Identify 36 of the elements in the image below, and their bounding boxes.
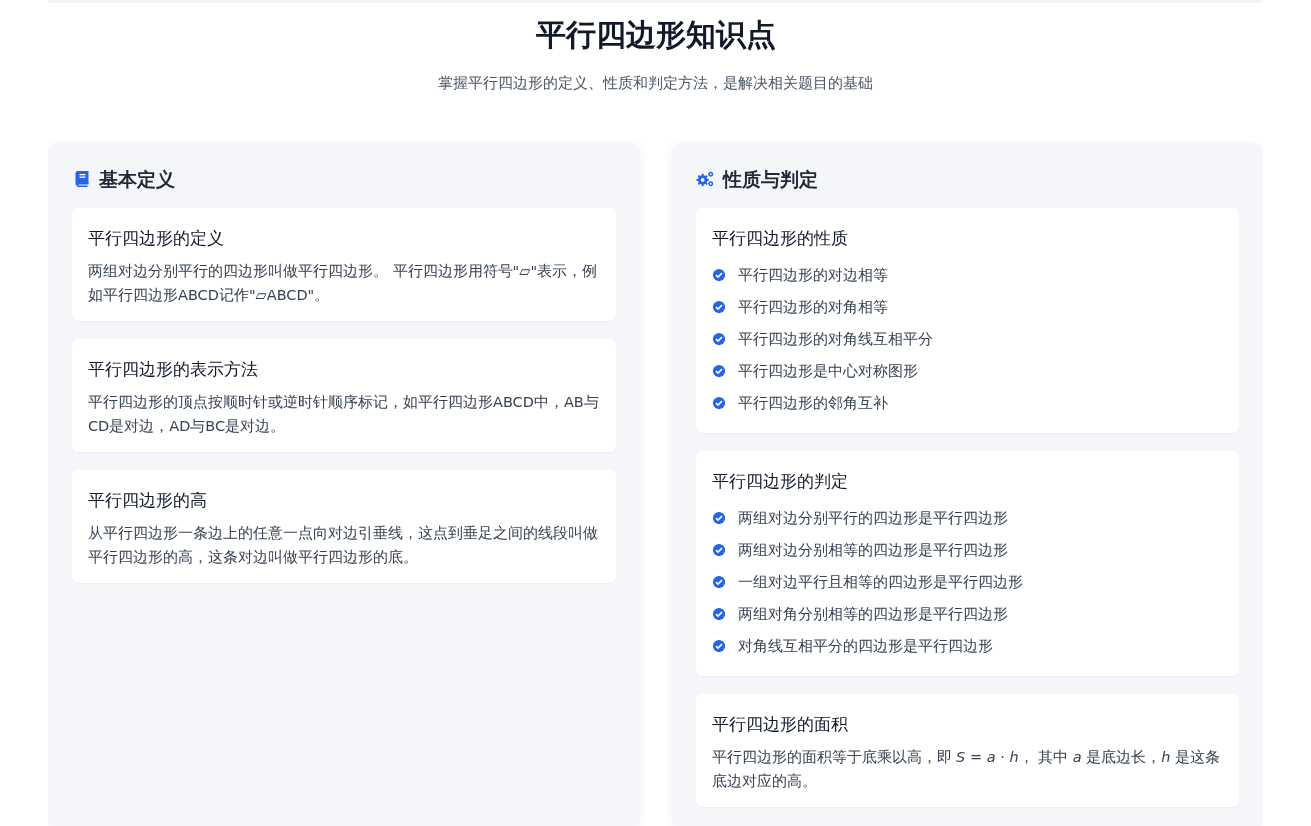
card-title: 平行四边形的高 bbox=[88, 489, 208, 512]
check-circle-icon bbox=[711, 639, 726, 653]
check-circle-icon bbox=[711, 364, 726, 378]
card-text: 平行四边形的顶点按顺时针或逆时针顺序标记，如平行四边形ABCD中，AB与CD是对边，AD与BC是对边。 bbox=[88, 393, 600, 436]
list-item-text: 平行四边形的对边相等 bbox=[737, 265, 888, 285]
card-title: 平行四边形的判定 bbox=[711, 470, 849, 493]
check-circle-icon bbox=[711, 300, 726, 314]
card-text: 从平行四边形一条边上的任意一点向对边引垂线，这点到垂足之间的线段叫做平行四边形的高，这条对边叫做平行四边形的底。 bbox=[88, 524, 599, 567]
check-circle-icon bbox=[711, 575, 726, 589]
check-circle-icon bbox=[711, 396, 726, 410]
check-circle-icon bbox=[711, 607, 726, 621]
list-item-text: 对角线互相平分的四边形是平行四边形 bbox=[737, 636, 993, 656]
card-title: 平行四边形的定义 bbox=[88, 227, 225, 250]
book-icon bbox=[72, 170, 91, 188]
list-item-text: 平行四边形的邻角互补 bbox=[737, 393, 888, 413]
card-title: 平行四边形的表示方法 bbox=[88, 358, 259, 381]
panel-title: 基本定义 bbox=[99, 167, 175, 191]
list-item-text: 平行四边形是中心对称图形 bbox=[737, 361, 918, 381]
card-text: 两组对边分别平行的四边形叫做平行四边形。 平行四边形用符号"▱"表示，例如平行四边形ABCD记作"▱ABCD"。 bbox=[88, 262, 599, 305]
list-item-text: 一组对边平行且相等的四边形是平行四边形 bbox=[737, 572, 1023, 592]
list-item-text: 两组对边分别相等的四边形是平行四边形 bbox=[737, 540, 1008, 560]
check-circle-icon bbox=[711, 332, 726, 346]
check-circle-icon bbox=[711, 543, 726, 557]
check-circle-icon bbox=[711, 511, 726, 525]
list-item-text: 平行四边形的对角线互相平分 bbox=[737, 329, 933, 349]
card-text: 平行四边形的面积等于底乘以高，即 S = a · h， 其中 a 是底边长，h 是这条底边对应的高。 bbox=[711, 748, 1222, 791]
card-title: 平行四边形的性质 bbox=[711, 227, 849, 250]
card-title: 平行四边形的面积 bbox=[711, 713, 849, 736]
check-circle-icon bbox=[711, 268, 726, 282]
panel-title: 性质与判定 bbox=[722, 167, 818, 191]
list-item-text: 平行四边形的对角相等 bbox=[737, 297, 888, 317]
list-item-text: 两组对边分别平行的四边形是平行四边形 bbox=[737, 508, 1008, 528]
list-item-text: 两组对角分别相等的四边形是平行四边形 bbox=[737, 604, 1008, 624]
gears-icon bbox=[695, 170, 715, 188]
page-subtitle: 掌握平行四边形的定义、性质和判定方法，是解决相关题目的基础 bbox=[437, 73, 874, 93]
page-title: 平行四边形知识点 bbox=[534, 16, 777, 54]
